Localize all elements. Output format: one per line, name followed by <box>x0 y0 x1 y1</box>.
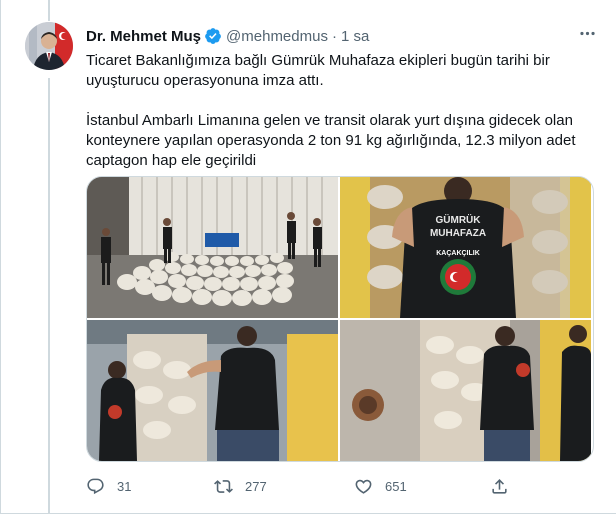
photo-officer-vest[interactable]: GÜMRÜK MUHAFAZA KAÇAKÇILIK <box>340 177 591 318</box>
verified-badge-icon <box>204 27 222 45</box>
like-count: 651 <box>385 478 407 494</box>
separator-dot: · <box>331 27 337 45</box>
avatar-image <box>25 22 73 70</box>
share-button[interactable] <box>490 477 509 496</box>
photo-officer-container[interactable] <box>87 320 338 461</box>
photo-officers-unloading[interactable] <box>340 320 591 461</box>
more-icon[interactable] <box>572 18 602 48</box>
retweet-button[interactable]: 277 <box>214 477 267 496</box>
tweet-timestamp[interactable]: 1 sa <box>341 28 369 45</box>
vest-text-muhafaza: MUHAFAZA <box>430 228 486 239</box>
reply-icon <box>87 478 104 494</box>
media-grid: GÜMRÜK MUHAFAZA KAÇAKÇILIK <box>86 176 594 462</box>
badge-text: KAÇAKÇILIK <box>436 250 480 257</box>
tweet-paragraph: İstanbul Ambarlı Limanına gelen ve trans… <box>86 112 576 169</box>
avatar[interactable] <box>25 22 73 70</box>
photo-warehouse-sacks[interactable] <box>87 177 338 318</box>
tweet-actions: 31 277 651 <box>86 472 516 500</box>
tweet-text: Ticaret Bakanlığımıza bağlı Gümrük Muhaf… <box>86 51 602 171</box>
like-icon <box>355 479 372 494</box>
thread-line-top <box>48 0 50 21</box>
reply-count: 31 <box>117 478 132 494</box>
retweet-icon <box>214 479 233 493</box>
reply-button[interactable]: 31 <box>86 477 131 496</box>
author-handle[interactable]: @mehmedmus <box>226 28 328 45</box>
share-icon <box>492 478 507 494</box>
author-name[interactable]: Dr. Mehmet Muş <box>86 28 201 45</box>
vest-text-gumruk: GÜMRÜK <box>436 213 482 226</box>
retweet-count: 277 <box>245 478 267 494</box>
like-button[interactable]: 651 <box>354 477 407 496</box>
tweet-paragraph: Ticaret Bakanlığımıza bağlı Gümrük Muhaf… <box>86 52 550 89</box>
tweet-header: Dr. Mehmet Muş @mehmedmus · 1 sa <box>86 26 369 46</box>
thread-line-bottom <box>48 78 50 514</box>
